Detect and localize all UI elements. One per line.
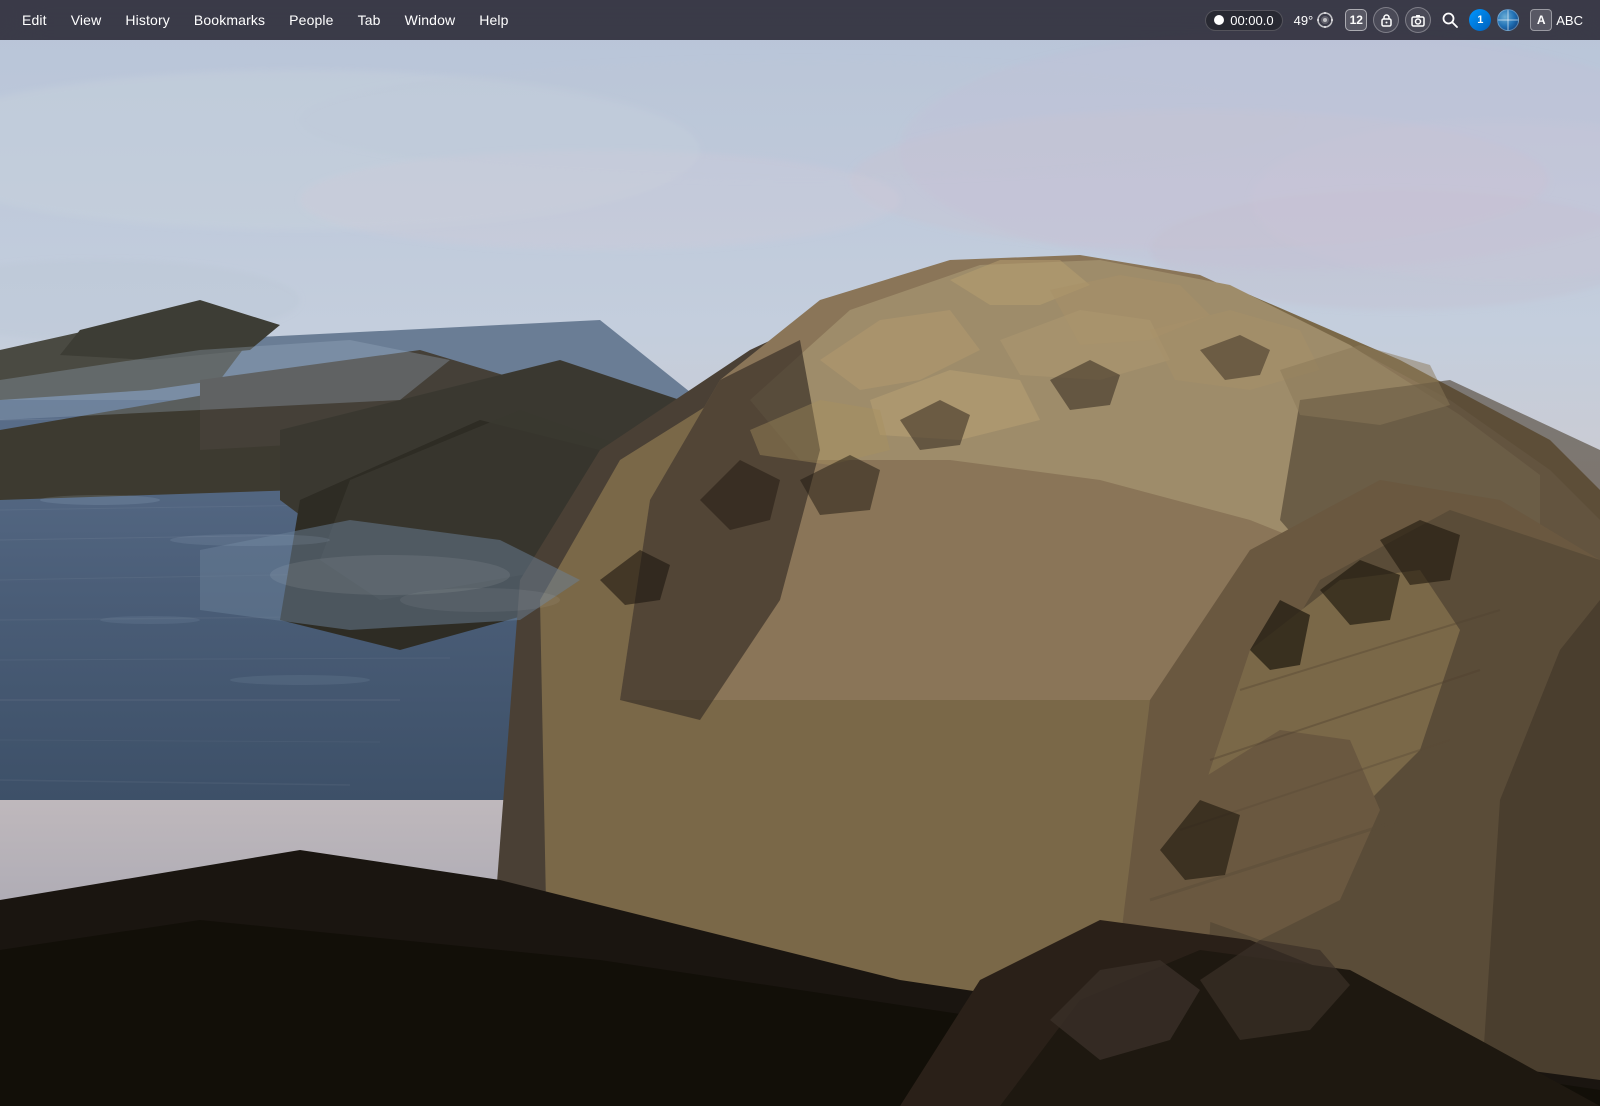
lock-icon (1380, 13, 1393, 27)
search-icon (1442, 12, 1458, 28)
menu-items-left: Edit View History Bookmarks People Tab W… (12, 8, 1205, 32)
menu-help[interactable]: Help (469, 8, 518, 32)
recording-indicator[interactable]: 00:00.0 (1205, 10, 1282, 31)
temperature-status[interactable]: 49° (1289, 9, 1340, 31)
weather-icon (1316, 11, 1334, 29)
onepassword-icon[interactable]: 1 (1469, 9, 1491, 31)
tab-count: 12 (1350, 13, 1363, 27)
text-input-indicator[interactable]: A ABC (1525, 7, 1588, 33)
safari-globe-icon[interactable] (1497, 9, 1519, 31)
temperature-value: 49° (1294, 13, 1314, 28)
screenshot-icon[interactable] (1405, 7, 1431, 33)
recording-time: 00:00.0 (1230, 13, 1273, 28)
menu-view[interactable]: View (61, 8, 112, 32)
search-button[interactable] (1437, 7, 1463, 33)
keychain-icon[interactable] (1373, 7, 1399, 33)
menu-bookmarks[interactable]: Bookmarks (184, 8, 275, 32)
input-method-label: ABC (1556, 13, 1583, 28)
menu-tab[interactable]: Tab (348, 8, 391, 32)
menu-history[interactable]: History (115, 8, 180, 32)
record-dot (1214, 15, 1224, 25)
menubar: Edit View History Bookmarks People Tab W… (0, 0, 1600, 40)
input-method-letter: A (1530, 9, 1552, 31)
camera-icon (1411, 14, 1425, 27)
menu-window[interactable]: Window (395, 8, 466, 32)
menu-edit[interactable]: Edit (12, 8, 57, 32)
onepassword-label: 1 (1477, 14, 1483, 26)
menu-items-right: 00:00.0 49° 12 (1205, 7, 1588, 33)
menu-people[interactable]: People (279, 8, 343, 32)
tab-count-badge[interactable]: 12 (1345, 9, 1367, 31)
